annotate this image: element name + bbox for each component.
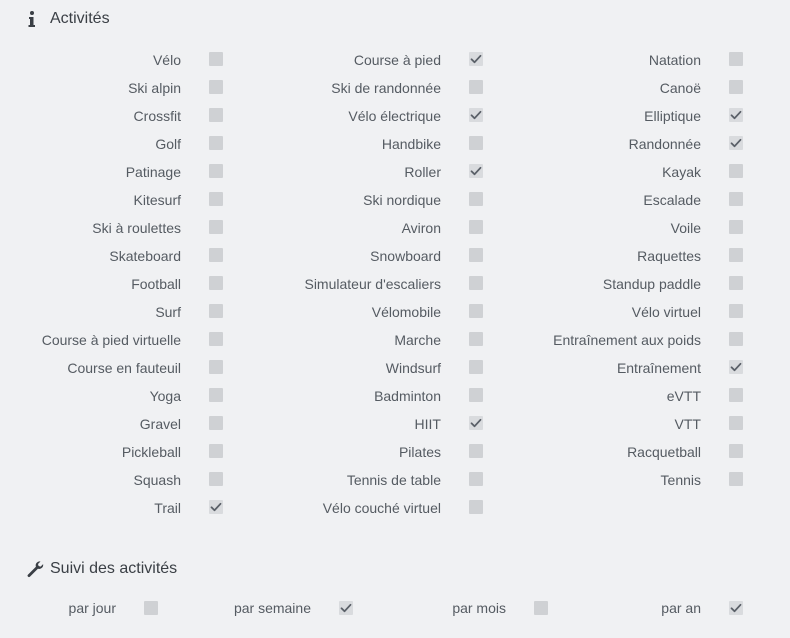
activity-vtt[interactable]: VTT bbox=[0, 409, 790, 437]
activity-velo-couche-virtuel[interactable]: Vélo couché virtuel bbox=[0, 493, 790, 521]
activity-randonnee-checkbox[interactable] bbox=[729, 136, 743, 150]
activity-elliptique[interactable]: Elliptique bbox=[0, 101, 790, 129]
activity-racquetball[interactable]: Racquetball bbox=[0, 437, 790, 465]
activity-tennis[interactable]: Tennis bbox=[0, 465, 790, 493]
activity-row: Golf Handbike Randonnée bbox=[0, 129, 790, 157]
tracking-label-par-an: par an bbox=[661, 600, 701, 616]
activity-escalade-checkbox[interactable] bbox=[729, 192, 743, 206]
activity-row: Patinage Roller Kayak bbox=[0, 157, 790, 185]
activity-velo-virtuel[interactable]: Vélo virtuel bbox=[0, 297, 790, 325]
activity-velo-couche-virtuel-checkbox[interactable] bbox=[469, 500, 483, 514]
activity-natation-checkbox[interactable] bbox=[729, 52, 743, 66]
activity-row: Kitesurf Ski nordique Escalade bbox=[0, 185, 790, 213]
activity-label: Vélo couché virtuel bbox=[322, 500, 441, 516]
tracking-par-jour-checkbox[interactable] bbox=[144, 601, 158, 615]
activity-standup-paddle[interactable]: Standup paddle bbox=[0, 269, 790, 297]
tracking-label-par-mois: par mois bbox=[452, 600, 506, 616]
tracking-title-text: Suivi des activités bbox=[50, 560, 178, 577]
tracking-label-par-jour: par jour bbox=[68, 600, 116, 616]
activity-voile[interactable]: Voile bbox=[0, 213, 790, 241]
check-icon bbox=[730, 362, 742, 372]
activity-row: Ski alpin Ski de randonnée Canoë bbox=[0, 73, 790, 101]
activity-evtt[interactable]: eVTT bbox=[0, 381, 790, 409]
activity-kayak[interactable]: Kayak bbox=[0, 157, 790, 185]
info-icon bbox=[26, 10, 44, 28]
activity-row: Crossfit Vélo électrique Elliptique bbox=[0, 101, 790, 129]
activity-label: Entraînement bbox=[616, 360, 701, 376]
activity-kayak-checkbox[interactable] bbox=[729, 164, 743, 178]
activity-label: Natation bbox=[648, 52, 701, 68]
activity-label: eVTT bbox=[666, 388, 701, 404]
activity-entrainement[interactable]: Entraînement bbox=[0, 353, 790, 381]
activity-entrainement-aux-poids-checkbox[interactable] bbox=[729, 332, 743, 346]
tracking-options: par jour par semaine par mois par an bbox=[0, 600, 790, 620]
tracking-label-par-semaine: par semaine bbox=[233, 600, 311, 616]
wrench-icon bbox=[26, 560, 44, 578]
activity-label: Raquettes bbox=[637, 248, 701, 264]
activity-velo-virtuel-checkbox[interactable] bbox=[729, 304, 743, 318]
activity-label: Canoë bbox=[659, 80, 701, 96]
activity-entrainement-aux-poids[interactable]: Entraînement aux poids bbox=[0, 325, 790, 353]
activity-voile-checkbox[interactable] bbox=[729, 220, 743, 234]
activity-label: Elliptique bbox=[644, 108, 701, 124]
tracking-section-title: Suivi des activités bbox=[26, 560, 177, 578]
activity-label: Entraînement aux poids bbox=[553, 332, 701, 348]
activity-entrainement-checkbox[interactable] bbox=[729, 360, 743, 374]
tracking-par-mois-checkbox[interactable] bbox=[534, 601, 548, 615]
activity-label: Randonnée bbox=[628, 136, 701, 152]
activity-raquettes[interactable]: Raquettes bbox=[0, 241, 790, 269]
activity-row: Course à pied virtuelle Marche Entraînemen… bbox=[0, 325, 790, 353]
activity-label: Kayak bbox=[662, 164, 701, 180]
check-icon bbox=[730, 603, 742, 613]
activity-label: Racquetball bbox=[627, 444, 701, 460]
activity-label: Voile bbox=[670, 220, 701, 236]
activity-raquettes-checkbox[interactable] bbox=[729, 248, 743, 262]
activities-title-text: Activités bbox=[50, 10, 110, 27]
activity-randonnee[interactable]: Randonnée bbox=[0, 129, 790, 157]
activity-natation[interactable]: Natation bbox=[0, 45, 790, 73]
activity-canoe[interactable]: Canoë bbox=[0, 73, 790, 101]
check-icon bbox=[340, 603, 352, 613]
activity-escalade[interactable]: Escalade bbox=[0, 185, 790, 213]
activity-vtt-checkbox[interactable] bbox=[729, 416, 743, 430]
activity-label: VTT bbox=[674, 416, 701, 432]
tracking-par-an-checkbox[interactable] bbox=[729, 601, 743, 615]
activity-row: Football Simulateur d'escaliers Standup pa… bbox=[0, 269, 790, 297]
activity-label: Escalade bbox=[643, 192, 701, 208]
activity-evtt-checkbox[interactable] bbox=[729, 388, 743, 402]
activities-section-title: Activités bbox=[26, 10, 110, 28]
tracking-par-semaine-checkbox[interactable] bbox=[339, 601, 353, 615]
activity-row: Surf Vélomobile Vélo virtuel bbox=[0, 297, 790, 325]
activity-row: Yoga Badminton eVTT bbox=[0, 381, 790, 409]
activity-elliptique-checkbox[interactable] bbox=[729, 108, 743, 122]
activity-tennis-checkbox[interactable] bbox=[729, 472, 743, 486]
activity-row: Squash Tennis de table Tennis bbox=[0, 465, 790, 493]
activity-label: Standup paddle bbox=[602, 276, 701, 292]
activity-row: Pickleball Pilates Racquetball bbox=[0, 437, 790, 465]
check-icon bbox=[730, 138, 742, 148]
activity-row: Gravel HIIT VTT bbox=[0, 409, 790, 437]
activities-grid: Vélo Course à pied Natation Ski alpin Ski de… bbox=[0, 45, 790, 521]
activity-row: Course en fauteuil Windsurf Entraînement bbox=[0, 353, 790, 381]
activity-row: Vélo Course à pied Natation bbox=[0, 45, 790, 73]
activity-standup-paddle-checkbox[interactable] bbox=[729, 276, 743, 290]
activity-label: Vélo virtuel bbox=[631, 304, 701, 320]
check-icon bbox=[730, 110, 742, 120]
activity-row: Trail Vélo couché virtuel bbox=[0, 493, 790, 521]
activity-racquetball-checkbox[interactable] bbox=[729, 444, 743, 458]
activity-row: Ski à roulettes Aviron Voile bbox=[0, 213, 790, 241]
activity-canoe-checkbox[interactable] bbox=[729, 80, 743, 94]
activity-label: Tennis bbox=[660, 472, 701, 488]
activity-row: Skateboard Snowboard Raquettes bbox=[0, 241, 790, 269]
